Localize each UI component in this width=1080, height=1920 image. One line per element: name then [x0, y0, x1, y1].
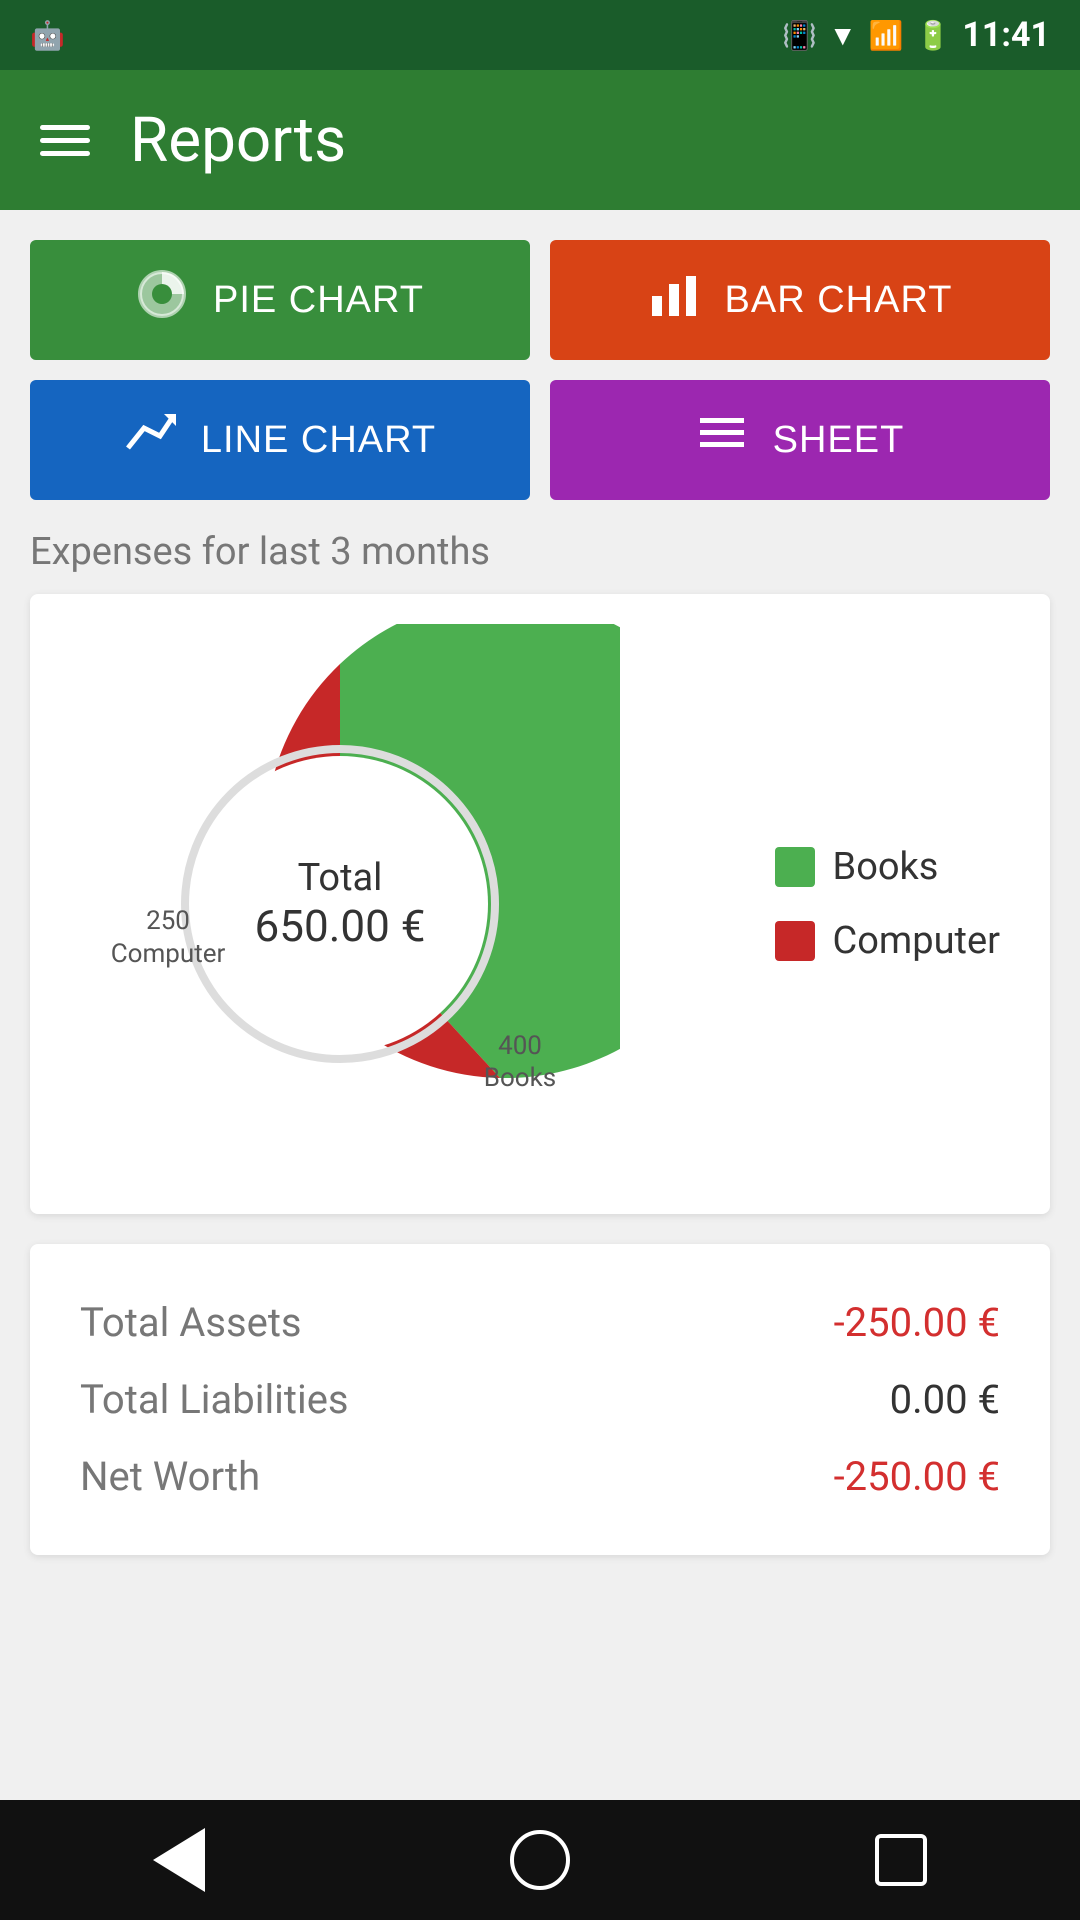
summary-networth-row: Net Worth -250.00 €: [80, 1438, 1000, 1515]
chart-container: 250 Computer 400 Books Total 650.00 € Bo…: [60, 624, 1020, 1184]
bottom-navigation: [0, 1800, 1080, 1920]
status-bar-left: 🤖: [30, 19, 65, 52]
chart-legend: Books Computer: [775, 845, 1000, 963]
sheet-button[interactable]: SHEET: [550, 380, 1050, 500]
recents-button[interactable]: [875, 1834, 927, 1886]
page-title: Reports: [130, 104, 346, 177]
section-title: Expenses for last 3 months: [30, 530, 1050, 574]
clock: 11:41: [962, 15, 1050, 55]
books-label-name: Books: [484, 1063, 556, 1093]
bar-chart-label: BAR CHART: [725, 279, 953, 322]
sheet-label: SHEET: [773, 419, 905, 462]
app-bar: Reports: [0, 70, 1080, 210]
recents-icon: [875, 1834, 927, 1886]
menu-button[interactable]: [40, 125, 90, 156]
summary-assets-row: Total Assets -250.00 €: [80, 1284, 1000, 1361]
total-label: Total: [255, 856, 426, 900]
bar-chart-icon: [648, 268, 700, 333]
donut-chart: 250 Computer 400 Books Total 650.00 €: [60, 624, 620, 1184]
books-label: 400: [498, 1031, 542, 1061]
pie-chart-button[interactable]: PIE CHART: [30, 240, 530, 360]
liabilities-value: 0.00 €: [890, 1376, 1000, 1423]
chart-type-buttons: PIE CHART BAR CHART LINE CHART: [30, 240, 1050, 500]
legend-books-label: Books: [833, 845, 939, 889]
legend-books: Books: [775, 845, 1000, 889]
status-bar-right: 📳 ▼ 📶 🔋 11:41: [782, 15, 1050, 55]
donut-center: Total 650.00 €: [255, 856, 426, 952]
legend-computer-color: [775, 921, 815, 961]
computer-label-name: Computer: [111, 939, 226, 969]
legend-books-color: [775, 847, 815, 887]
computer-label: 250: [146, 906, 190, 936]
line-chart-button[interactable]: LINE CHART: [30, 380, 530, 500]
wifi-icon: ▼: [829, 19, 857, 52]
line-chart-label: LINE CHART: [201, 419, 436, 462]
assets-label: Total Assets: [80, 1299, 302, 1346]
pie-chart-label: PIE CHART: [213, 279, 424, 322]
legend-computer: Computer: [775, 919, 1000, 963]
total-value: 650.00 €: [255, 900, 426, 952]
battery-icon: 🔋: [916, 19, 951, 52]
back-icon: [153, 1828, 205, 1892]
bar-chart-button[interactable]: BAR CHART: [550, 240, 1050, 360]
chart-card: 250 Computer 400 Books Total 650.00 € Bo…: [30, 594, 1050, 1214]
legend-computer-label: Computer: [833, 919, 1000, 963]
app-icon: 🤖: [30, 19, 65, 52]
networth-value: -250.00 €: [834, 1453, 1000, 1500]
back-button[interactable]: [153, 1828, 205, 1892]
networth-label: Net Worth: [80, 1453, 260, 1500]
pie-chart-icon: [136, 268, 188, 333]
line-chart-icon: [124, 408, 176, 473]
home-button[interactable]: [510, 1830, 570, 1890]
status-bar: 🤖 📳 ▼ 📶 🔋 11:41: [0, 0, 1080, 70]
summary-liabilities-row: Total Liabilities 0.00 €: [80, 1361, 1000, 1438]
summary-card: Total Assets -250.00 € Total Liabilities…: [30, 1244, 1050, 1555]
sheet-icon: [696, 408, 748, 473]
main-content: PIE CHART BAR CHART LINE CHART: [0, 210, 1080, 1555]
vibrate-icon: 📳: [782, 19, 817, 52]
signal-icon: 📶: [869, 19, 904, 52]
home-icon: [510, 1830, 570, 1890]
liabilities-label: Total Liabilities: [80, 1376, 349, 1423]
assets-value: -250.00 €: [834, 1299, 1000, 1346]
